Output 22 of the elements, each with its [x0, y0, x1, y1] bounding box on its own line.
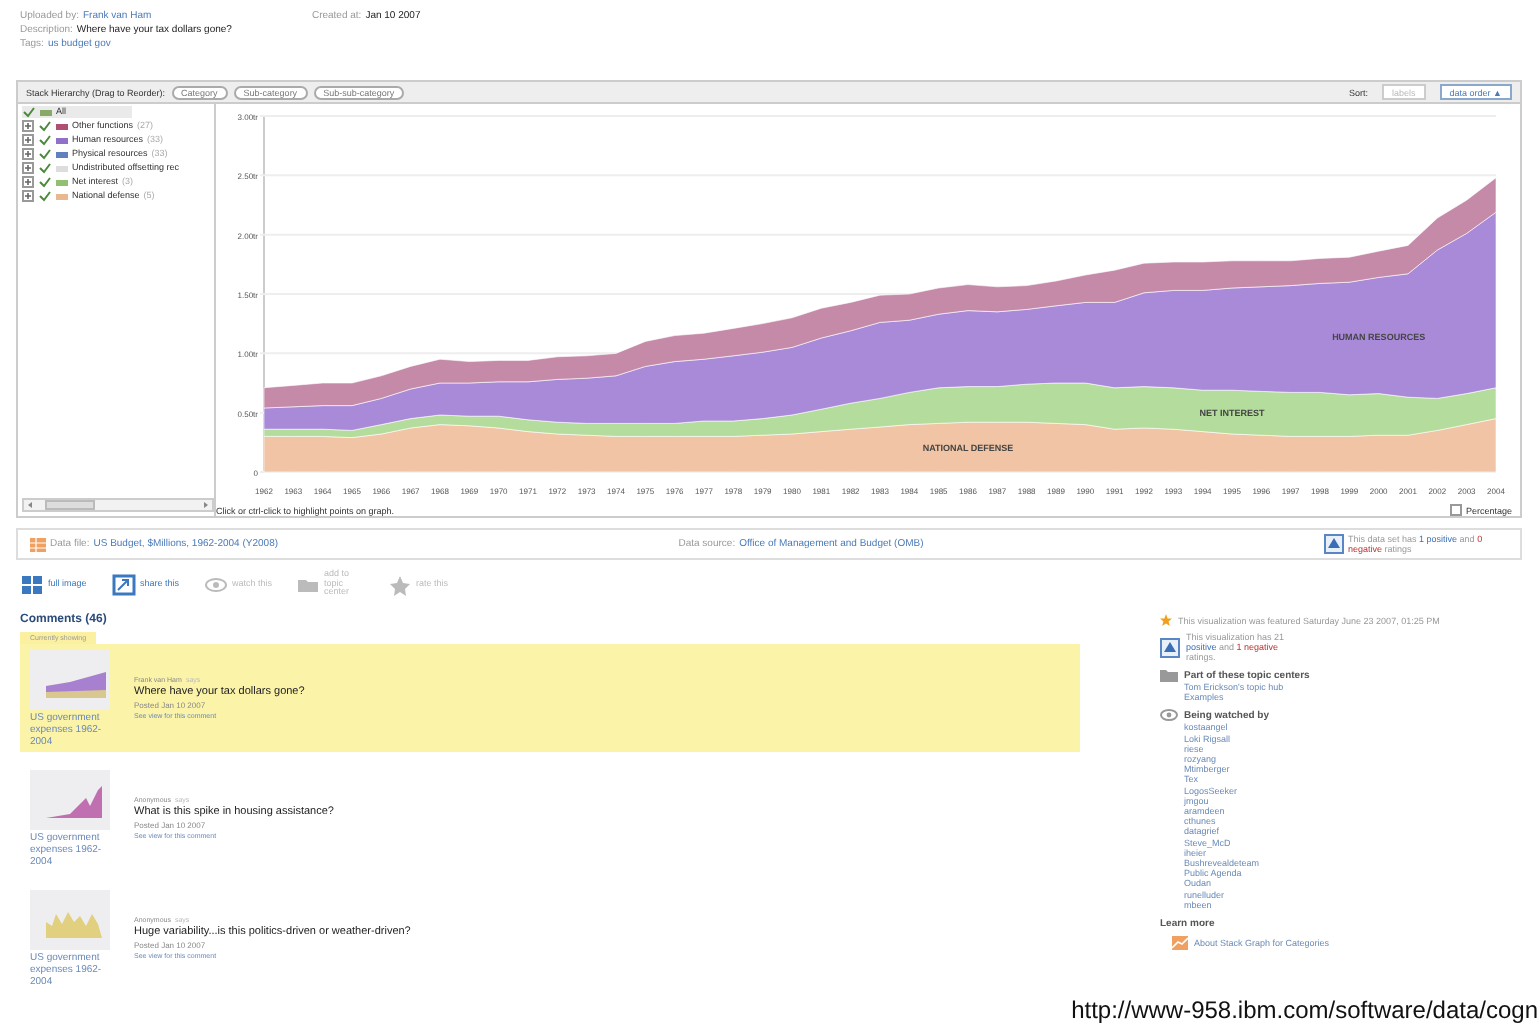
thumbnail-drawing — [30, 769, 110, 829]
percentage-checkbox[interactable] — [1449, 504, 1462, 516]
thumbnail-drawing — [30, 889, 110, 949]
color-swatch — [40, 107, 52, 117]
color-swatch — [56, 191, 68, 201]
rating-icon — [1324, 534, 1344, 554]
color-swatch — [56, 177, 68, 187]
thumbnail-drawing — [30, 649, 110, 709]
color-swatch — [56, 163, 68, 173]
rating-icon — [1160, 637, 1180, 657]
star-icon — [1160, 614, 1172, 626]
table-icon — [30, 537, 46, 551]
area-layer[interactable] — [263, 418, 1497, 473]
area-layer[interactable] — [263, 382, 1497, 438]
chart-icon — [1172, 936, 1188, 951]
eye-icon — [1160, 708, 1178, 723]
color-swatch — [56, 149, 68, 159]
area-layer[interactable] — [263, 177, 1497, 409]
color-swatch — [56, 121, 68, 131]
folder-icon — [1160, 668, 1178, 682]
area-layer[interactable] — [263, 211, 1497, 431]
color-swatch — [56, 135, 68, 145]
